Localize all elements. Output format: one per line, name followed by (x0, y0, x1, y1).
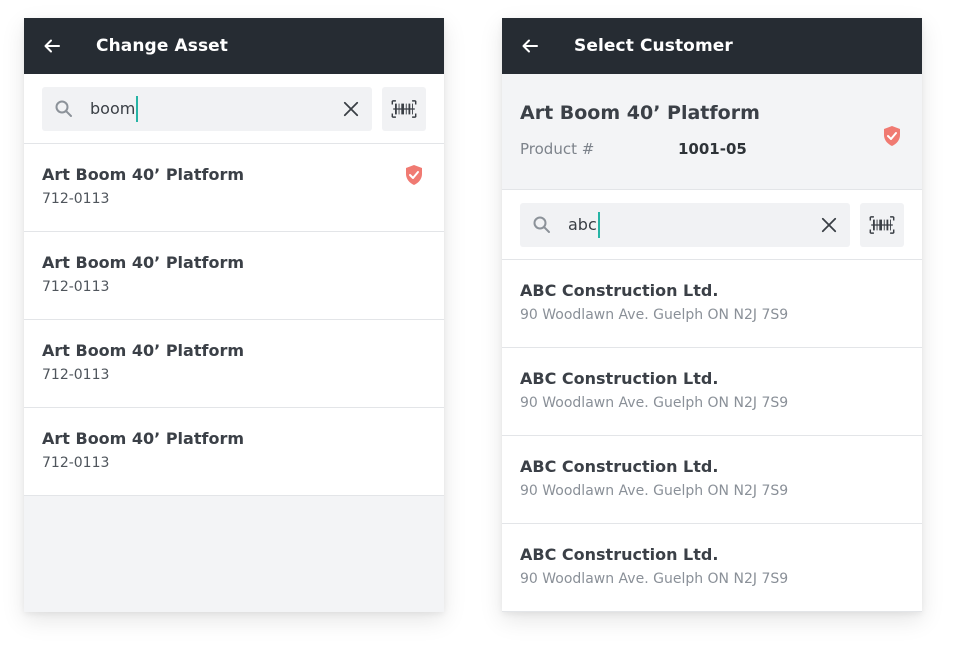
customer-list: ABC Construction Ltd. 90 Woodlawn Ave. G… (502, 260, 922, 612)
close-icon[interactable] (820, 216, 838, 234)
search-query: boom (90, 99, 136, 118)
customer-address: 90 Woodlawn Ave. Guelph ON N2J 7S9 (520, 395, 789, 411)
product-meta: Product # 1001-05 (520, 140, 904, 158)
list-item[interactable]: Art Boom 40’ Platform 712-0113 (24, 408, 444, 496)
list-item[interactable]: ABC Construction Ltd. 90 Woodlawn Ave. G… (502, 436, 922, 524)
asset-code: 712-0113 (42, 279, 110, 295)
back-arrow-icon (522, 39, 538, 53)
customer-name: ABC Construction Ltd. (520, 457, 719, 476)
list-item[interactable]: ABC Construction Ltd. 90 Woodlawn Ave. G… (502, 348, 922, 436)
search-icon (54, 99, 74, 119)
search-value: abc (568, 211, 820, 238)
customer-address: 90 Woodlawn Ave. Guelph ON N2J 7S9 (520, 483, 789, 499)
product-number: 1001-05 (678, 140, 747, 158)
customer-address: 90 Woodlawn Ave. Guelph ON N2J 7S9 (520, 571, 789, 587)
barcode-scan-button[interactable] (382, 86, 426, 131)
search-icon (532, 215, 552, 235)
customer-name: ABC Construction Ltd. (520, 281, 719, 300)
customer-address: 90 Woodlawn Ave. Guelph ON N2J 7S9 (520, 307, 789, 323)
asset-code: 712-0113 (42, 367, 110, 383)
barcode-scan-button[interactable] (860, 202, 904, 247)
list-item[interactable]: Art Boom 40’ Platform 712-0113 (24, 320, 444, 408)
barcode-icon (869, 215, 895, 234)
product-number-label: Product # (520, 140, 595, 158)
list-item[interactable]: ABC Construction Ltd. 90 Woodlawn Ave. G… (502, 260, 922, 348)
list-item[interactable]: ABC Construction Ltd. 90 Woodlawn Ave. G… (502, 524, 922, 612)
customer-name: ABC Construction Ltd. (520, 545, 719, 564)
asset-code: 712-0113 (42, 191, 110, 207)
search-row: abc (502, 190, 922, 260)
change-asset-screen: Change Asset boom Art Boom 40’ Platform … (24, 18, 444, 612)
search-input[interactable]: boom (42, 86, 372, 131)
app-bar: Select Customer (502, 18, 922, 74)
list-item[interactable]: Art Boom 40’ Platform 712-0113 (24, 232, 444, 320)
customer-name: ABC Construction Ltd. (520, 369, 719, 388)
text-caret (136, 95, 139, 122)
product-summary: Art Boom 40’ Platform Product # 1001-05 (502, 74, 922, 190)
search-row: boom (24, 74, 444, 144)
back-button[interactable] (24, 18, 80, 74)
close-icon[interactable] (342, 100, 360, 118)
search-input[interactable]: abc (520, 202, 850, 247)
back-arrow-icon (44, 39, 60, 53)
search-value: boom (90, 95, 342, 122)
product-name: Art Boom 40’ Platform (520, 102, 760, 124)
page-title: Select Customer (574, 36, 733, 56)
asset-name: Art Boom 40’ Platform (42, 429, 244, 448)
list-item[interactable]: Art Boom 40’ Platform 712-0113 (24, 144, 444, 232)
back-button[interactable] (502, 18, 558, 74)
search-query: abc (568, 215, 597, 234)
page-title: Change Asset (96, 36, 229, 56)
stage: Change Asset boom Art Boom 40’ Platform … (0, 0, 962, 655)
shield-check-icon (884, 126, 900, 146)
asset-name: Art Boom 40’ Platform (42, 253, 244, 272)
barcode-icon (391, 99, 417, 118)
app-bar: Change Asset (24, 18, 444, 74)
asset-list: Art Boom 40’ Platform 712-0113 Art Boom … (24, 144, 444, 496)
asset-name: Art Boom 40’ Platform (42, 341, 244, 360)
asset-name: Art Boom 40’ Platform (42, 165, 244, 184)
asset-code: 712-0113 (42, 455, 110, 471)
text-caret (597, 211, 600, 238)
select-customer-screen: Select Customer Art Boom 40’ Platform Pr… (502, 18, 922, 612)
shield-check-icon (406, 165, 422, 185)
